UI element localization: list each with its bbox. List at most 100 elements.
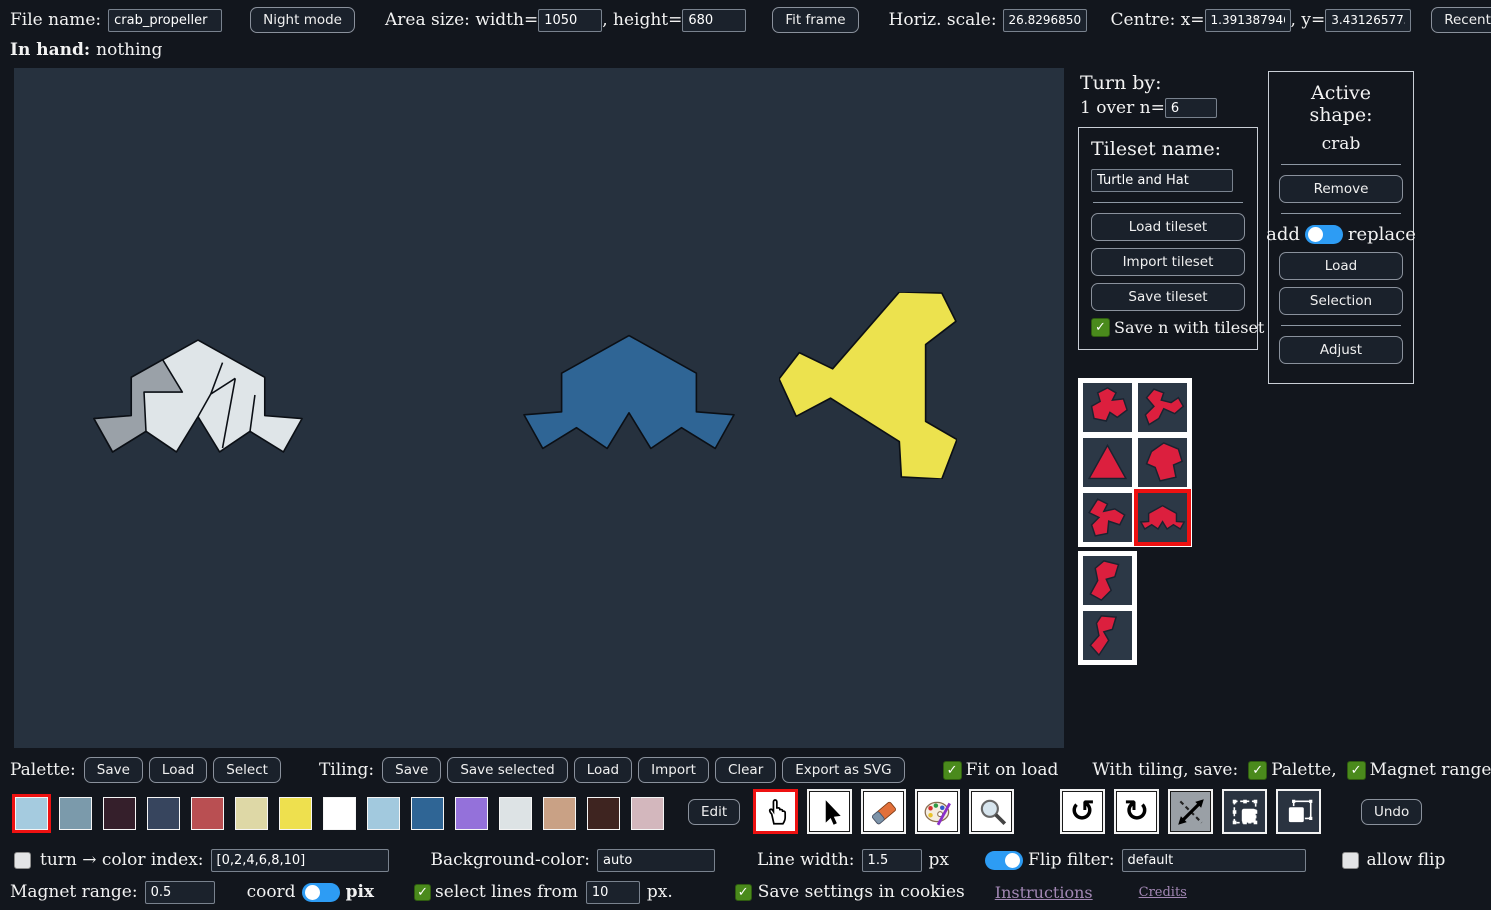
select-shapes-icon [1283,796,1315,828]
drawing-canvas[interactable] [14,68,1064,748]
area-height-input[interactable] [682,9,746,32]
adjust-button[interactable]: Adjust [1279,336,1403,364]
palette-tool-button[interactable] [915,789,960,834]
tile-s-piece[interactable] [1083,556,1132,605]
load-tileset-button[interactable]: Load tileset [1091,213,1245,241]
tile-turtle[interactable] [1138,438,1187,487]
undo-button[interactable]: Undo [1361,799,1422,825]
color-swatch-6[interactable] [279,797,312,830]
turn-color-checkbox[interactable] [14,852,31,869]
color-swatch-4[interactable] [191,797,224,830]
load-shape-button[interactable]: Load [1279,252,1403,280]
save-tileset-button[interactable]: Save tileset [1091,283,1245,311]
flip-filter-input[interactable] [1122,849,1306,872]
fit-frame-button[interactable]: Fit frame [772,7,858,33]
cookies-checkbox[interactable] [735,884,752,901]
remove-shape-button[interactable]: Remove [1279,175,1403,203]
flip-filter-toggle[interactable] [985,851,1023,870]
edit-palette-button[interactable]: Edit [688,799,740,825]
centre-x-input[interactable] [1205,9,1291,32]
tile-triangle[interactable] [1083,438,1132,487]
propeller-tile-icon [1138,383,1187,432]
s-piece-tile-icon [1083,556,1132,605]
propeller-shape-yellow[interactable] [779,292,957,479]
tiling-import-button[interactable]: Import [638,757,709,783]
color-swatch-11[interactable] [499,797,532,830]
import-tileset-button[interactable]: Import tileset [1091,248,1245,276]
hand-tool-button[interactable] [753,789,798,834]
tile-three-arm[interactable] [1083,493,1132,542]
night-mode-button[interactable]: Night mode [250,7,355,33]
color-swatch-9[interactable] [411,797,444,830]
tileset-grid-top [1078,378,1192,547]
palette-select-button[interactable]: Select [213,757,281,783]
tiling-save-button[interactable]: Save [382,757,441,783]
area-width-input[interactable] [538,9,602,32]
toggle-knob [1308,227,1323,242]
add-replace-toggle[interactable] [1305,225,1343,244]
tiling-save-selected-button[interactable]: Save selected [447,757,567,783]
color-swatch-0[interactable] [15,797,48,830]
tile-propeller[interactable] [1138,383,1187,432]
color-swatch-5[interactable] [235,797,268,830]
palette-load-button[interactable]: Load [149,757,207,783]
coord-pix-toggle[interactable] [302,883,340,902]
settings-row-1: turn → color index: Background-color: Li… [14,847,1445,873]
magnifier-tool-button[interactable] [969,789,1014,834]
color-swatch-1[interactable] [59,797,92,830]
area-height-label: , height= [602,10,682,30]
credits-link[interactable]: Credits [1139,885,1187,900]
color-swatch-3[interactable] [147,797,180,830]
fit-on-load-checkbox[interactable] [943,761,962,780]
with-tiling-save-label: With tiling, save: [1092,760,1238,780]
select-rectangle-button[interactable] [1222,789,1267,834]
tile-z-piece[interactable] [1083,611,1132,660]
select-lines-from-checkbox[interactable] [414,884,431,901]
crab-shape-light[interactable] [92,337,304,455]
flip-diagonal-button[interactable] [1168,789,1213,834]
color-swatch-10[interactable] [455,797,488,830]
tileset-name-input[interactable] [1091,169,1233,192]
rotate-ccw-button[interactable]: ↺ [1060,789,1105,834]
palette-save-button[interactable]: Save [84,757,143,783]
file-name-input[interactable] [108,9,222,32]
turn-n-input[interactable] [1165,98,1217,118]
color-swatch-8[interactable] [367,797,400,830]
save-palette-checkbox[interactable] [1248,761,1267,780]
save-n-checkbox[interactable] [1091,318,1110,337]
color-swatch-12[interactable] [543,797,576,830]
select-lines-from-input[interactable] [586,881,640,904]
horiz-scale-input[interactable] [1003,9,1087,32]
add-label: add [1266,224,1300,245]
color-swatch-13[interactable] [587,797,620,830]
crab-shape-blue[interactable] [522,333,736,451]
save-magnet-label: Magnet range, [1370,760,1491,780]
tile-hat[interactable] [1083,383,1132,432]
arrow-tool-button[interactable] [807,789,852,834]
instructions-link[interactable]: Instructions [995,883,1093,902]
recentre-button[interactable]: Recentre to [0,0] [1431,7,1491,33]
eraser-tool-button[interactable] [861,789,906,834]
tiling-load-button[interactable]: Load [574,757,632,783]
centre-y-input[interactable] [1325,9,1411,32]
allow-flip-checkbox[interactable] [1342,852,1359,869]
line-width-input[interactable] [862,849,922,872]
export-svg-button[interactable]: Export as SVG [782,757,904,783]
crab-blue-outline [524,336,734,449]
tile-crab-selected[interactable] [1138,493,1187,542]
select-shapes-button[interactable] [1276,789,1321,834]
color-swatch-7[interactable] [323,797,356,830]
tool-group-right: ↺ ↻ [1060,789,1321,834]
color-swatch-2[interactable] [103,797,136,830]
selection-button[interactable]: Selection [1279,287,1403,315]
turn-color-label: turn → color index: [40,850,204,870]
color-swatch-14[interactable] [631,797,664,830]
turn-color-input[interactable] [211,849,389,872]
magnet-range-input[interactable] [145,881,215,904]
allow-flip-label: allow flip [1367,850,1446,870]
save-magnet-checkbox[interactable] [1347,761,1366,780]
hand-icon [760,796,792,828]
background-color-input[interactable] [597,849,715,872]
tiling-clear-button[interactable]: Clear [715,757,776,783]
rotate-cw-button[interactable]: ↻ [1114,789,1159,834]
